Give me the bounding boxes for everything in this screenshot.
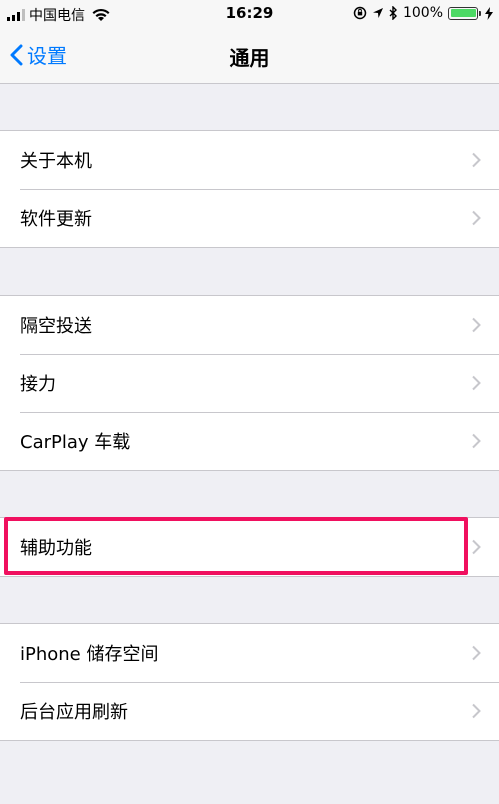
chevron-right-icon	[472, 210, 481, 226]
chevron-right-icon	[472, 317, 481, 333]
row-label: CarPlay 车载	[20, 432, 131, 453]
bluetooth-icon	[389, 6, 397, 20]
row-label: 接力	[20, 374, 56, 395]
row-iphone-storage[interactable]: iPhone 储存空间	[0, 624, 499, 682]
row-software-update[interactable]: 软件更新	[0, 189, 499, 247]
charging-icon	[485, 6, 493, 20]
row-label: 隔空投送	[20, 316, 92, 337]
battery-icon	[448, 6, 481, 20]
rotation-lock-icon	[353, 6, 367, 20]
row-carplay[interactable]: CarPlay 车载	[0, 412, 499, 470]
battery-percent: 100%	[402, 5, 443, 21]
settings-group-4: iPhone 储存空间 后台应用刷新	[0, 623, 499, 741]
row-accessibility[interactable]: 辅助功能	[0, 518, 499, 576]
chevron-right-icon	[472, 433, 481, 449]
settings-group-2: 隔空投送 接力 CarPlay 车载	[0, 295, 499, 471]
row-label: 关于本机	[20, 151, 92, 172]
location-icon	[372, 8, 383, 18]
row-label: iPhone 储存空间	[20, 644, 159, 665]
page-title: 通用	[229, 46, 270, 70]
settings-group-1: 关于本机 软件更新	[0, 130, 499, 248]
row-airdrop[interactable]: 隔空投送	[0, 296, 499, 354]
chevron-right-icon	[472, 539, 481, 555]
chevron-right-icon	[472, 375, 481, 391]
status-right: 100%	[353, 5, 493, 21]
row-handoff[interactable]: 接力	[0, 354, 499, 412]
status-bar: 中国电信 16:29 100%	[0, 0, 499, 28]
navigation-bar: 设置 通用	[0, 28, 499, 84]
chevron-right-icon	[472, 152, 481, 168]
chevron-right-icon	[472, 645, 481, 661]
chevron-right-icon	[472, 703, 481, 719]
row-background-refresh[interactable]: 后台应用刷新	[0, 682, 499, 740]
row-label: 后台应用刷新	[20, 702, 128, 723]
row-label: 软件更新	[20, 209, 92, 230]
settings-group-3: 辅助功能	[0, 517, 499, 577]
row-about[interactable]: 关于本机	[0, 131, 499, 189]
row-label: 辅助功能	[20, 538, 92, 559]
